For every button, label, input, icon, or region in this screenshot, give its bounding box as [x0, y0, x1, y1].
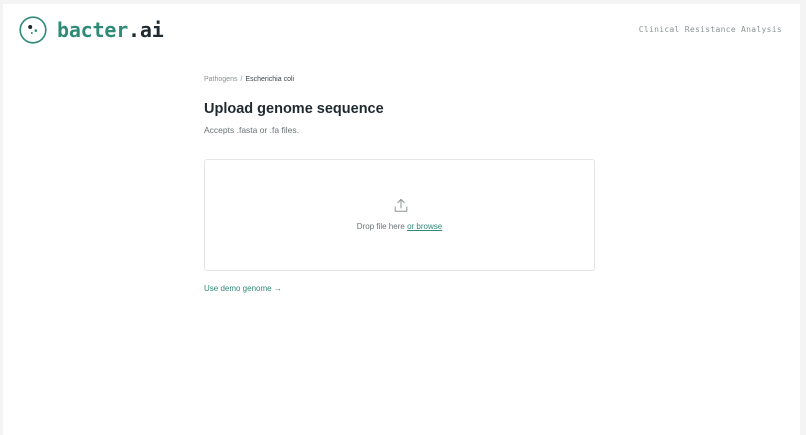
upload-icon [394, 198, 408, 212]
brand-extension: .ai [128, 18, 164, 42]
breadcrumb-pathogens-link[interactable]: Pathogens [204, 76, 237, 83]
header-tagline: Clinical Resistance Analysis [638, 25, 782, 34]
logo[interactable]: bacter.ai [19, 16, 164, 44]
drop-instruction: Drop file here [356, 222, 405, 231]
breadcrumb-separator: / [240, 76, 243, 83]
app-page: bacter.ai Clinical Resistance Analysis P… [3, 4, 800, 435]
molecule-logo-icon [19, 16, 47, 44]
brand-word: bacter [57, 18, 129, 42]
page-subtitle: Accepts .fasta or .fa files. [204, 125, 299, 135]
breadcrumb: Pathogens / Escherichia coli [204, 76, 294, 83]
breadcrumb-current: Escherichia coli [245, 76, 295, 83]
file-dropzone[interactable]: Drop file here or browse [204, 159, 595, 271]
use-demo-genome-link[interactable]: Use demo genome → [204, 284, 282, 293]
browse-link[interactable]: or browse [407, 222, 442, 231]
brand-name: bacter.ai [57, 16, 164, 44]
page-title: Upload genome sequence [204, 101, 384, 117]
dropzone-text: Drop file here or browse [205, 222, 594, 231]
